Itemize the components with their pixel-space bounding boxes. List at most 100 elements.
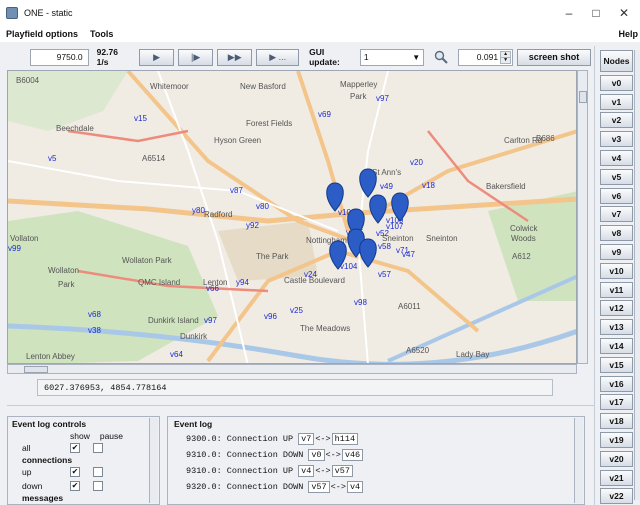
event-log-title: Event log — [174, 419, 213, 429]
pause-checkbox[interactable] — [93, 481, 103, 491]
map-place-label: Beechdale — [56, 124, 94, 133]
fast-forward-button[interactable]: ▶▶ — [217, 48, 253, 66]
node-button-v10[interactable]: v10 — [600, 262, 633, 279]
node-button-v22[interactable]: v22 — [600, 488, 633, 505]
node-button-v4[interactable]: v4 — [600, 149, 633, 166]
node-label-v15: v15 — [134, 114, 147, 123]
log-control-label: down — [22, 481, 43, 491]
event-log-scrollbar[interactable] — [574, 418, 583, 503]
log-controls-scrollbar[interactable] — [149, 418, 158, 503]
node-button-v6[interactable]: v6 — [600, 187, 633, 204]
node-link[interactable]: v57 — [331, 465, 353, 477]
fast-forward-to-button[interactable]: ▶ ... — [256, 48, 300, 66]
log-controls-rows: all ✔ connections up ✔ down ✔ messages — [8, 441, 159, 503]
sim-time-field: 9750.0 — [30, 48, 89, 66]
log-entry-text: 9310.0: Connection UP — [186, 466, 294, 476]
show-checkbox[interactable]: ✔ — [70, 467, 80, 477]
node-button-v15[interactable]: v15 — [600, 356, 633, 373]
nodes-title: Nodes — [600, 50, 633, 72]
node-button-v2[interactable]: v2 — [600, 112, 633, 129]
log-section-connections: connections — [22, 455, 73, 465]
node-label-v96: v96 — [264, 312, 277, 321]
step-button[interactable]: |▶ — [178, 48, 214, 66]
node-button-v9[interactable]: v9 — [600, 243, 633, 260]
node-label-v97: v97 — [376, 94, 389, 103]
log-entry-text: 9320.0: Connection DOWN — [186, 482, 304, 492]
nodes-scrollbar[interactable] — [634, 50, 640, 500]
node-button-v21[interactable]: v21 — [600, 469, 633, 486]
node-button-v0[interactable]: v0 — [600, 74, 633, 91]
playfield-map[interactable]: B6004 Whitemoor New Basford Mapperley Park Fo… — [7, 70, 577, 364]
gui-update-select[interactable]: 1 ▼ — [359, 48, 425, 66]
zoom-spinner[interactable]: 0.091 ▲ ▼ — [458, 48, 514, 66]
node-button-v17[interactable]: v17 — [600, 394, 633, 411]
node-button-v5[interactable]: v5 — [600, 168, 633, 185]
maximize-button[interactable]: □ — [587, 6, 605, 20]
node-label-v38: v38 — [88, 326, 101, 335]
scroll-thumb[interactable] — [579, 91, 587, 103]
node-button-v18[interactable]: v18 — [600, 413, 633, 430]
menu-help[interactable]: Help — [618, 29, 638, 39]
map-place-label: The Meadows — [300, 324, 350, 333]
log-entry: 9300.0: Connection UP v7 <-> h114 — [168, 431, 584, 447]
title-bar: ONE - static – □ ✕ — [0, 0, 640, 26]
map-place-label: Lady Bay — [456, 350, 489, 359]
node-button-v12[interactable]: v12 — [600, 300, 633, 317]
node-button-v7[interactable]: v7 — [600, 206, 633, 223]
node-button-v16[interactable]: v16 — [600, 375, 633, 392]
node-link[interactable]: v7 — [298, 433, 315, 445]
menu-playfield-options[interactable]: Playfield options — [6, 29, 78, 39]
node-button-v8[interactable]: v8 — [600, 225, 633, 242]
map-place-label: Lenton Abbey — [26, 352, 75, 361]
node-link[interactable]: v0 — [308, 449, 325, 461]
show-checkbox[interactable]: ✔ — [70, 481, 80, 491]
minimize-button[interactable]: – — [560, 6, 578, 20]
node-button-v20[interactable]: v20 — [600, 450, 633, 467]
node-label-v87: v87 — [230, 186, 243, 195]
node-button-v13[interactable]: v13 — [600, 319, 633, 336]
screenshot-button[interactable]: screen shot — [517, 48, 591, 66]
map-place-label: Carlton Rd — [504, 136, 542, 145]
show-checkbox[interactable]: ✔ — [70, 443, 80, 453]
map-place-label: Forest Fields — [246, 119, 292, 128]
spinner-down-icon[interactable]: ▼ — [500, 56, 512, 64]
log-control-row: down ✔ — [8, 479, 159, 493]
magnifier-icon — [434, 50, 448, 64]
node-label-v20: v20 — [410, 158, 423, 167]
map-place-label: Wollaton — [48, 266, 79, 275]
node-label-y80: y80 — [192, 206, 205, 215]
splitter[interactable] — [7, 405, 595, 411]
pause-checkbox[interactable] — [93, 467, 103, 477]
pause-checkbox[interactable] — [93, 443, 103, 453]
map-place-label: Woods — [511, 234, 536, 243]
node-link[interactable]: v57 — [308, 481, 330, 493]
toolbar: 9750.0 92.76 1/s ▶ |▶ ▶▶ ▶ ... GUI updat… — [6, 46, 591, 68]
node-button-v14[interactable]: v14 — [600, 337, 633, 354]
map-place-label: A6520 — [406, 346, 430, 355]
node-button-v3[interactable]: v3 — [600, 131, 633, 148]
node-button-v1[interactable]: v1 — [600, 93, 633, 110]
log-controls-header: show pause — [8, 431, 159, 441]
scroll-thumb[interactable] — [24, 366, 48, 373]
node-link[interactable]: v4 — [346, 481, 364, 493]
panel-divider[interactable] — [594, 46, 598, 505]
log-control-row: all ✔ — [8, 441, 159, 455]
map-vertical-scrollbar[interactable] — [577, 70, 588, 364]
map-place-label: QMC Island — [138, 278, 180, 287]
log-separator: <-> — [315, 466, 331, 476]
node-label-v98: v98 — [354, 298, 367, 307]
node-link[interactable]: h114 — [331, 433, 359, 445]
sim-speed: 92.76 1/s — [96, 47, 118, 67]
log-section-messages: messages — [22, 493, 64, 503]
node-link[interactable]: v46 — [341, 449, 364, 461]
node-button-v11[interactable]: v11 — [600, 281, 633, 298]
map-horizontal-scrollbar[interactable] — [7, 364, 577, 374]
log-entry-text: 9310.0: Connection DOWN — [186, 450, 304, 460]
close-button[interactable]: ✕ — [615, 6, 633, 20]
menu-tools[interactable]: Tools — [90, 29, 113, 39]
node-link[interactable]: v4 — [298, 465, 315, 477]
node-button-v19[interactable]: v19 — [600, 431, 633, 448]
window-title: ONE - static — [24, 8, 73, 18]
play-button[interactable]: ▶ — [139, 48, 175, 66]
log-control-label: all — [22, 443, 31, 453]
